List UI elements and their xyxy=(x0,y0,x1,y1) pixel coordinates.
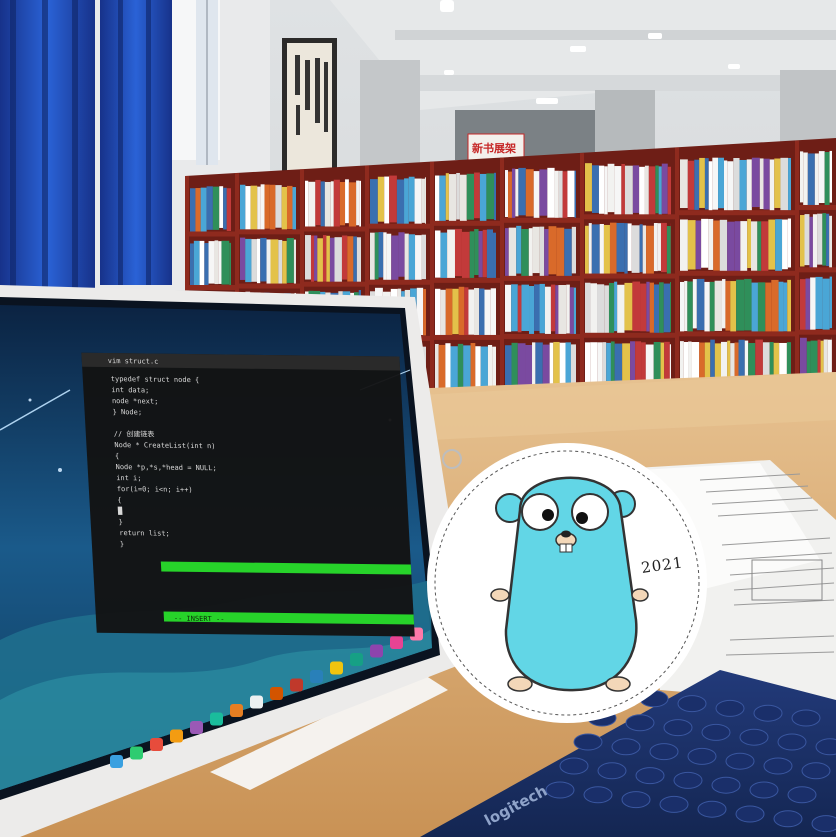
curtain-left xyxy=(0,0,95,290)
gopher-badge: 2021 xyxy=(427,443,707,723)
dock-app-icon[interactable] xyxy=(130,746,143,760)
code-line: int data; xyxy=(111,386,149,394)
curtain-right xyxy=(100,0,172,285)
calligraphy-frame xyxy=(282,38,337,176)
terminal-title: vim struct.c xyxy=(108,357,159,366)
dock-app-icon[interactable] xyxy=(350,653,363,666)
dock-app-icon[interactable] xyxy=(390,636,403,649)
status-line: -- INSERT -- xyxy=(174,615,225,624)
dock-app-icon[interactable] xyxy=(110,755,123,768)
dock-app-icon[interactable] xyxy=(230,704,243,717)
dock-app-icon[interactable] xyxy=(190,721,203,734)
dock-app-icon[interactable] xyxy=(330,661,343,675)
dock-app-icon[interactable] xyxy=(250,695,263,709)
code-line: } xyxy=(120,540,125,548)
code-line: return list; xyxy=(119,529,170,538)
dock-app-icon[interactable] xyxy=(290,678,303,692)
code-line: int i; xyxy=(116,474,142,482)
dock-app-icon[interactable] xyxy=(210,712,223,726)
code-line: } xyxy=(118,518,123,526)
photo-scene: 新书展架 logitech vim struct.c typedef struc… xyxy=(0,0,836,837)
code-line: } Node; xyxy=(112,408,142,416)
code-line: node *next; xyxy=(112,397,159,406)
code-line: Node *p,*s,*head = NULL; xyxy=(115,463,217,472)
photo-canvas: 新书展架 logitech vim struct.c typedef struc… xyxy=(0,0,836,837)
dock-app-icon[interactable] xyxy=(310,670,323,683)
code-line: // 创建链表 xyxy=(114,429,155,438)
dock-app-icon[interactable] xyxy=(170,729,183,743)
terminal-window: vim struct.c typedef struct node { int d… xyxy=(81,352,415,637)
gopher-mascot xyxy=(490,476,649,692)
library-sign: 新书展架 xyxy=(467,133,525,161)
dock-app-icon[interactable] xyxy=(370,644,383,658)
sign-text: 新书展架 xyxy=(472,141,516,155)
dock-app-icon[interactable] xyxy=(270,687,283,700)
code-line: for(i=0; i<n; i++) xyxy=(117,485,193,494)
code-line: typedef struct node { xyxy=(111,375,200,384)
code-line: Node * CreateList(int n) xyxy=(114,441,216,450)
code-line: { xyxy=(117,496,122,504)
dock-app-icon[interactable] xyxy=(150,738,163,751)
code-line: { xyxy=(115,452,120,460)
